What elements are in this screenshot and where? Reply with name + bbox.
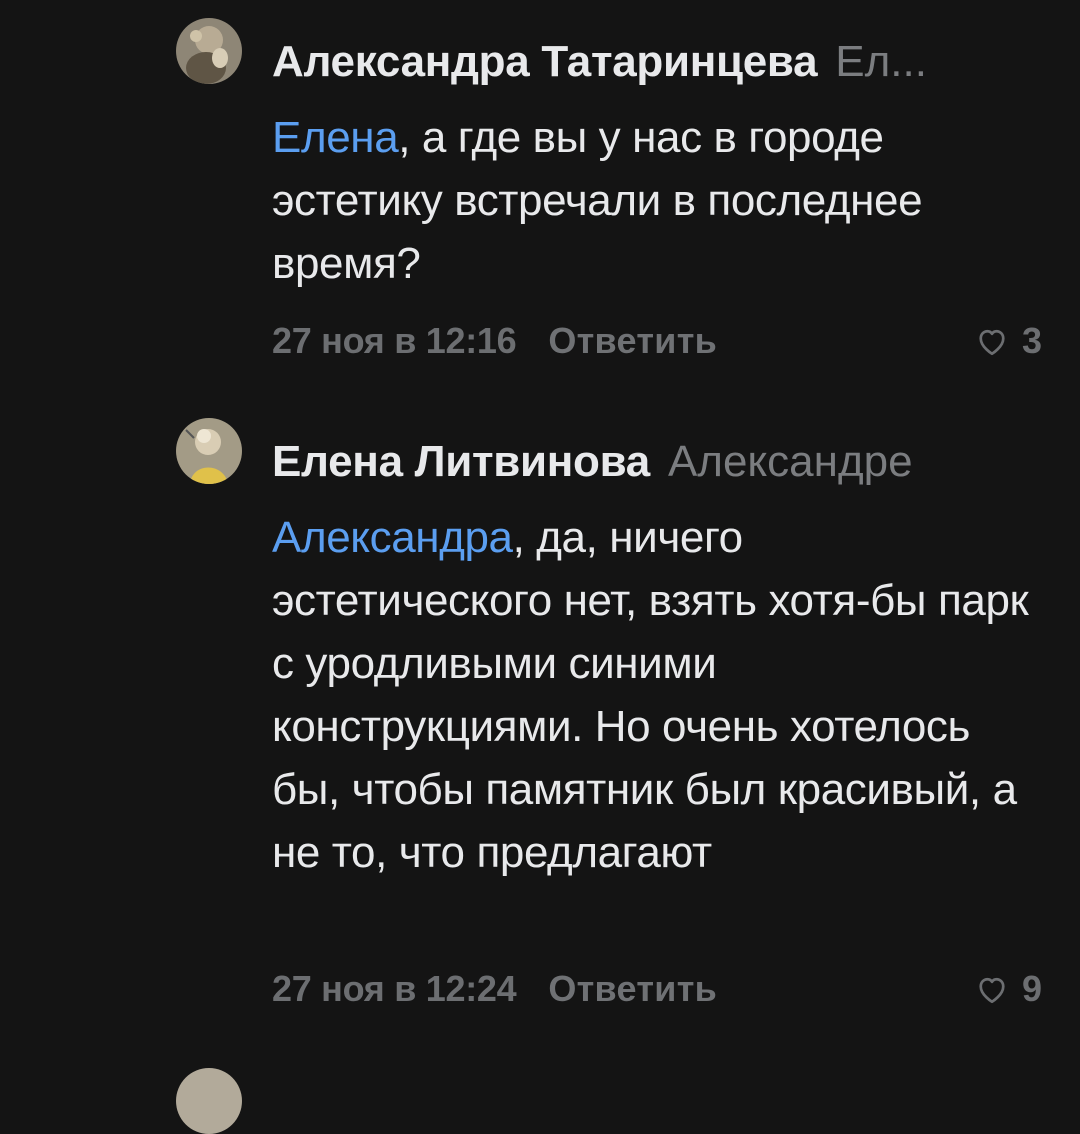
like-count: 9 [1021,968,1042,1009]
reply-to-name[interactable]: Ел... [835,37,927,86]
heart-icon [979,977,1005,1004]
comment-footer: 27 ноя в 12:16 Ответить 3 [272,316,1042,366]
mention-link[interactable]: Елена [272,113,399,162]
comment-header: Александра Татаринцева Ел... [272,32,1042,92]
comment-footer: 27 ноя в 12:24 Ответить 9 [272,964,1042,1014]
author-name[interactable]: Елена Литвинова [272,437,650,486]
comment-body: , да, ничего эстетического нет, взять хо… [272,513,1029,877]
like-count: 3 [1021,320,1042,361]
comment-text: Елена, а где вы у нас в городе эстетику … [272,106,1032,295]
author-name[interactable]: Александра Татаринцева [272,37,818,86]
reply-button[interactable]: Ответить [548,968,717,1009]
user-avatar-photo-icon [176,418,242,484]
avatar[interactable] [176,418,242,484]
like-button[interactable]: 3 [974,316,1042,366]
reply-to-name[interactable]: Александре [668,437,913,486]
comment-date: 27 ноя в 12:24 [272,968,517,1009]
comment-date: 27 ноя в 12:16 [272,320,517,361]
heart-icon [979,329,1005,356]
user-avatar-photo-icon [176,18,242,84]
avatar[interactable] [176,18,242,84]
comment-text: Александра, да, ничего эстетического нет… [272,506,1032,884]
reply-button[interactable]: Ответить [548,320,717,361]
mention-link[interactable]: Александра [272,513,513,562]
like-button[interactable]: 9 [974,964,1042,1014]
comment-header: Елена Литвинова Александре [272,432,1042,492]
